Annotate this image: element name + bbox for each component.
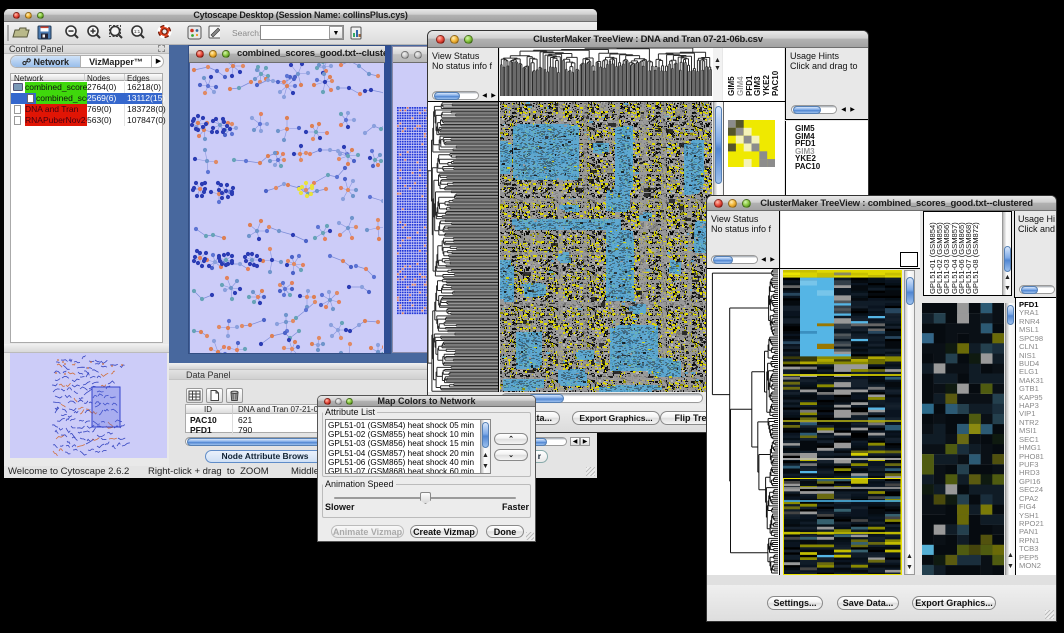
svg-text:1:1: 1:1 <box>134 29 141 34</box>
